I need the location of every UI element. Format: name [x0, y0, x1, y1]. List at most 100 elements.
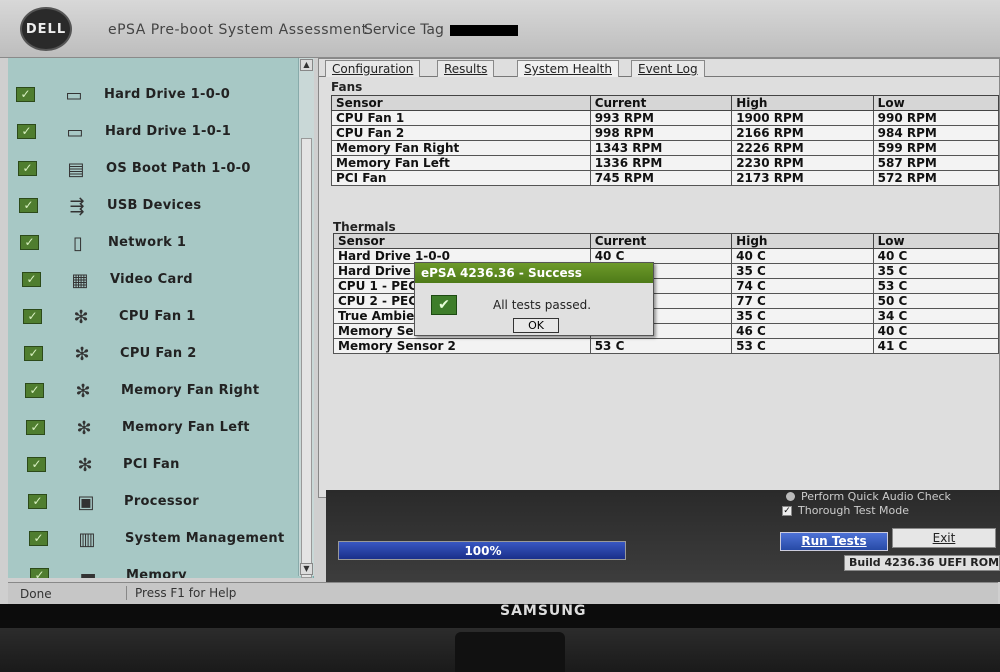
dell-logo: DELL [20, 7, 72, 51]
fan-icon: ✻ [73, 306, 89, 328]
success-dialog: ePSA 4236.36 - Success ✔ All tests passe… [414, 262, 654, 336]
table-cell: Memory Sensor 2 [333, 338, 591, 354]
device-check-icon[interactable]: ✓ [29, 531, 48, 546]
device-item[interactable]: ✓ ✻ CPU Fan 1 [8, 302, 298, 332]
table-cell: 998 RPM [589, 125, 733, 141]
device-item[interactable]: ✓ ▥ System Management [8, 524, 298, 554]
thorough-mode-option[interactable]: ✓ Thorough Test Mode [782, 504, 909, 517]
device-check-icon[interactable]: ✓ [19, 198, 38, 213]
screen: DELL ePSA Pre-boot System Assessment Ser… [0, 0, 1000, 604]
device-label: USB Devices [107, 198, 202, 213]
table-row: Memory Fan Left 1336 RPM 2230 RPM 587 RPM [331, 155, 1000, 171]
memory-icon: ▬ [79, 565, 97, 579]
tab-configuration[interactable]: Configuration [325, 60, 421, 77]
device-check-icon[interactable]: ✓ [17, 124, 36, 139]
table-cell: 40 C [872, 323, 1000, 339]
network-icon: ▯ [73, 232, 83, 254]
table-cell: 587 RPM [872, 155, 1000, 171]
status-bar: Done Press F1 for Help [8, 582, 998, 604]
table-cell: 990 RPM [872, 110, 1000, 126]
tab-system-health[interactable]: System Health [517, 60, 619, 77]
column-header: Sensor [331, 95, 591, 111]
scroll-down-icon[interactable]: ▼ [300, 563, 313, 575]
column-header: High [731, 233, 874, 249]
table-cell: 599 RPM [872, 140, 1000, 156]
device-list-panel: ✓ ▭ Hard Drive 1-0-0 ✓ ▭ Hard Drive 1-0-1 ✓ ▤ OS… [8, 58, 314, 578]
device-list-scrollbar[interactable]: ▲ ▼ [298, 58, 314, 578]
table-cell: 40 C [731, 248, 874, 264]
scroll-thumb[interactable] [301, 138, 312, 578]
progress-label: 100% [464, 544, 502, 558]
device-check-icon[interactable]: ✓ [25, 383, 44, 398]
column-header: Low [872, 95, 1000, 111]
device-item[interactable]: ✓ ▣ Processor [8, 487, 298, 517]
device-check-icon[interactable]: ✓ [20, 235, 39, 250]
table-row: CPU Fan 2 998 RPM 2166 RPM 984 RPM [331, 125, 1000, 141]
video-card-icon: ▦ [71, 269, 89, 291]
device-check-icon[interactable]: ✓ [30, 568, 49, 578]
column-header: Sensor [333, 233, 591, 249]
fan-icon: ✻ [77, 454, 93, 476]
column-header: Current [589, 233, 733, 249]
device-label: CPU Fan 2 [120, 346, 197, 361]
device-check-icon[interactable]: ✓ [24, 346, 43, 361]
table-header-row: Sensor Current High Low [333, 233, 1000, 249]
device-check-icon[interactable]: ✓ [22, 272, 41, 287]
table-cell: 1343 RPM [589, 140, 733, 156]
device-item[interactable]: ✓ ▬ Memory [8, 561, 298, 578]
device-item[interactable]: ✓ ✻ Memory Fan Left [8, 413, 298, 443]
device-label: Memory Fan Left [122, 420, 250, 435]
device-item[interactable]: ✓ ▯ Network 1 [8, 228, 298, 258]
table-cell: 2226 RPM [731, 140, 874, 156]
ok-button[interactable]: OK [513, 318, 559, 333]
hard-drive-icon: ▭ [65, 84, 83, 106]
table-cell: 2166 RPM [731, 125, 874, 141]
scroll-up-icon[interactable]: ▲ [300, 59, 313, 71]
device-check-icon[interactable]: ✓ [28, 494, 47, 509]
app-header: DELL ePSA Pre-boot System Assessment Ser… [0, 0, 1000, 58]
table-cell: 35 C [731, 263, 874, 279]
table-cell: 53 C [872, 278, 1000, 294]
device-check-icon[interactable]: ✓ [16, 87, 35, 102]
app-title: ePSA Pre-boot System Assessment [108, 22, 368, 38]
fan-icon: ✻ [76, 417, 92, 439]
table-cell: 77 C [731, 293, 874, 309]
device-item[interactable]: ✓ ▦ Video Card [8, 265, 298, 295]
table-cell: 2230 RPM [731, 155, 874, 171]
run-tests-button[interactable]: Run Tests [780, 532, 888, 551]
fans-section-title: Fans [331, 80, 363, 94]
table-header-row: Sensor Current High Low [331, 95, 1000, 111]
radio-icon[interactable] [786, 492, 795, 501]
device-item[interactable]: ✓ ▭ Hard Drive 1-0-1 [8, 117, 298, 147]
device-item[interactable]: ✓ ⇶ USB Devices [8, 191, 298, 221]
boot-path-icon: ▤ [67, 158, 85, 180]
device-label: Memory Fan Right [121, 383, 260, 398]
table-row: Memory Sensor 2 53 C 53 C 41 C [333, 338, 1000, 354]
device-item[interactable]: ✓ ✻ Memory Fan Right [8, 376, 298, 406]
device-check-icon[interactable]: ✓ [18, 161, 37, 176]
device-item[interactable]: ✓ ▤ OS Boot Path 1-0-0 [8, 154, 298, 184]
device-label: Memory [126, 568, 187, 578]
checkbox-icon[interactable]: ✓ [782, 505, 792, 516]
device-label: PCI Fan [123, 457, 180, 472]
device-item[interactable]: ✓ ▭ Hard Drive 1-0-0 [8, 80, 298, 110]
audio-check-option[interactable]: Perform Quick Audio Check [786, 490, 951, 503]
column-header: Current [589, 95, 733, 111]
device-label: Video Card [110, 272, 193, 287]
fan-icon: ✻ [75, 380, 91, 402]
thorough-mode-label: Thorough Test Mode [798, 504, 909, 517]
tab-results[interactable]: Results [437, 60, 495, 77]
thermals-section-title: Thermals [333, 220, 396, 234]
table-cell: CPU Fan 1 [331, 110, 591, 126]
device-check-icon[interactable]: ✓ [26, 420, 45, 435]
processor-icon: ▣ [77, 491, 95, 513]
device-label: Network 1 [108, 235, 187, 250]
exit-button[interactable]: Exit [892, 528, 996, 548]
table-cell: 41 C [872, 338, 1000, 354]
device-check-icon[interactable]: ✓ [23, 309, 42, 324]
fan-icon: ✻ [74, 343, 90, 365]
device-check-icon[interactable]: ✓ [27, 457, 46, 472]
device-item[interactable]: ✓ ✻ PCI Fan [8, 450, 298, 480]
device-item[interactable]: ✓ ✻ CPU Fan 2 [8, 339, 298, 369]
tab-event-log[interactable]: Event Log [631, 60, 705, 77]
